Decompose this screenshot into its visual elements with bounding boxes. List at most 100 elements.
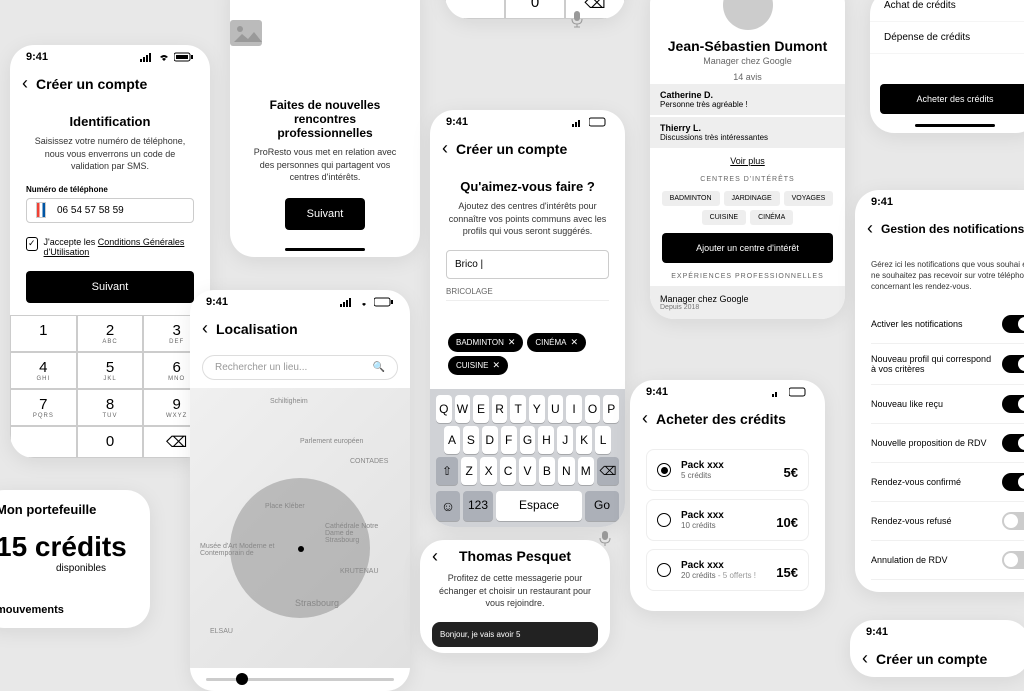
key[interactable]: ⌫ — [597, 457, 619, 485]
key[interactable]: F — [501, 426, 517, 454]
terms-text: J'accepte les Conditions Générales d'Uti… — [44, 237, 194, 257]
space-key[interactable]: Espace — [496, 491, 582, 521]
credit-pack[interactable]: Pack xxx10 crédits10€ — [646, 499, 809, 541]
see-more-link[interactable]: Voir plus — [650, 156, 845, 166]
key[interactable]: T — [510, 395, 526, 423]
key[interactable]: N — [558, 457, 574, 485]
section-title: Identification — [26, 114, 194, 129]
phone-input[interactable]: 06 54 57 58 59 — [57, 205, 124, 216]
battery-icon — [174, 52, 194, 62]
key[interactable]: H — [538, 426, 554, 454]
keypad-key[interactable] — [445, 0, 505, 19]
credit-pack[interactable]: Pack xxx20 crédits - 5 offerts !15€ — [646, 549, 809, 591]
menu-item[interactable]: Achat de crédits — [870, 0, 1024, 22]
map[interactable]: Schiltigheim Parlement européen CONTADES… — [190, 388, 410, 668]
key[interactable]: S — [463, 426, 479, 454]
back-icon[interactable]: ‹ — [862, 648, 868, 669]
mic-icon[interactable] — [599, 530, 611, 546]
key[interactable]: D — [482, 426, 498, 454]
keypad-key[interactable]: 4GHI — [10, 352, 77, 389]
emoji-key[interactable]: ☺ — [436, 491, 460, 521]
key[interactable]: L — [595, 426, 611, 454]
interest-chip[interactable]: BADMINTON ✕ — [448, 333, 523, 352]
key[interactable]: V — [519, 457, 535, 485]
key[interactable]: M — [578, 457, 594, 485]
key[interactable]: Q — [436, 395, 452, 423]
search-input[interactable]: Rechercher un lieu... 🔍 — [202, 355, 398, 380]
flag-icon[interactable] — [36, 202, 46, 218]
interest-chip[interactable]: CUISINE ✕ — [448, 356, 508, 375]
go-key[interactable]: Go — [585, 491, 619, 521]
back-icon[interactable]: ‹ — [442, 138, 448, 159]
header: ‹ Créer un compte — [10, 65, 210, 102]
screen-signup-phone: 9:41 ‹ Créer un compte Identification Sa… — [10, 45, 210, 458]
header-title: Créer un compte — [36, 76, 147, 92]
back-icon[interactable]: ‹ — [642, 408, 648, 429]
keypad-key[interactable]: 0 — [77, 426, 144, 458]
screen-interests: 9:41 ‹ Créer un compte Qu'aimez-vous fai… — [430, 110, 625, 527]
time: 9:41 — [446, 116, 468, 128]
key[interactable]: G — [520, 426, 536, 454]
key[interactable]: C — [500, 457, 516, 485]
key[interactable]: A — [444, 426, 460, 454]
key[interactable]: O — [585, 395, 601, 423]
remove-icon: ✕ — [492, 360, 500, 371]
toggle[interactable] — [1002, 315, 1024, 333]
buy-credits-button[interactable]: Acheter des crédits — [880, 84, 1024, 114]
screen-notifications: 9:41 ‹ Gestion des notifications Gérez i… — [855, 190, 1024, 592]
toggle[interactable] — [1002, 395, 1024, 413]
menu-item[interactable]: Dépense de crédits — [870, 22, 1024, 54]
keypad-key[interactable]: 8TUV — [77, 389, 144, 426]
key[interactable]: P — [603, 395, 619, 423]
num-key[interactable]: 123 — [463, 491, 493, 521]
key[interactable]: B — [539, 457, 555, 485]
key[interactable]: Y — [529, 395, 545, 423]
chat-message: Bonjour, je vais avoir 5 — [432, 622, 598, 647]
wallet-header: Mon portefeuille — [0, 502, 134, 517]
next-button[interactable]: Suivant — [26, 271, 194, 303]
key[interactable]: W — [455, 395, 471, 423]
center-dot — [298, 546, 304, 552]
key[interactable]: R — [492, 395, 508, 423]
time: 9:41 — [26, 51, 48, 63]
notification-toggle-row: Nouvelle proposition de RDV — [871, 424, 1024, 463]
credit-pack[interactable]: Pack xxx5 crédits5€ — [646, 449, 809, 491]
add-interest-button[interactable]: Ajouter un centre d'intérêt — [662, 233, 833, 263]
terms-checkbox[interactable]: ✓ — [26, 237, 38, 251]
keypad-key[interactable]: 2ABC — [77, 315, 144, 352]
next-button[interactable]: Suivant — [285, 198, 365, 230]
interest-input[interactable]: Brico | — [446, 250, 609, 279]
key[interactable]: U — [548, 395, 564, 423]
keyboard: QWERTYUIOP ASDFGHJKL ⇧ZXCVBNM⌫ — [430, 389, 625, 491]
toggle[interactable] — [1002, 551, 1024, 569]
back-icon[interactable]: ‹ — [22, 73, 28, 94]
keypad-key[interactable]: 7PQRS — [10, 389, 77, 426]
interest-chip[interactable]: CINÉMA ✕ — [527, 333, 586, 352]
key[interactable]: Z — [461, 457, 477, 485]
key[interactable]: X — [480, 457, 496, 485]
subtitle: Saisissez votre numéro de téléphone, nou… — [26, 135, 194, 173]
radius-slider[interactable] — [206, 678, 394, 681]
toggle[interactable] — [1002, 434, 1024, 452]
mic-icon[interactable] — [570, 10, 584, 28]
key[interactable]: K — [576, 426, 592, 454]
key[interactable]: J — [557, 426, 573, 454]
toggle[interactable] — [1002, 355, 1024, 373]
key[interactable]: I — [566, 395, 582, 423]
back-icon[interactable]: ‹ — [432, 546, 438, 567]
keypad-key[interactable]: 1 — [10, 315, 77, 352]
keypad-key[interactable]: 5JKL — [77, 352, 144, 389]
toggle[interactable] — [1002, 512, 1024, 530]
keypad: 12ABC3DEF4GHI5JKL6MNO7PQRS8TUV9WXYZ0⌫ — [10, 315, 210, 458]
keypad-key[interactable] — [10, 426, 77, 458]
notification-toggle-row: Rendez-vous refusé — [871, 502, 1024, 541]
toggle[interactable] — [1002, 473, 1024, 491]
key[interactable]: E — [473, 395, 489, 423]
interest-chip: CINÉMA — [750, 210, 793, 225]
interest-chip: VOYAGES — [784, 191, 834, 206]
back-icon[interactable]: ‹ — [202, 318, 208, 339]
keypad-key[interactable]: 0 — [505, 0, 565, 19]
back-icon[interactable]: ‹ — [867, 218, 873, 239]
suggestion[interactable]: BRICOLAGE — [446, 283, 609, 301]
key[interactable]: ⇧ — [436, 457, 458, 485]
